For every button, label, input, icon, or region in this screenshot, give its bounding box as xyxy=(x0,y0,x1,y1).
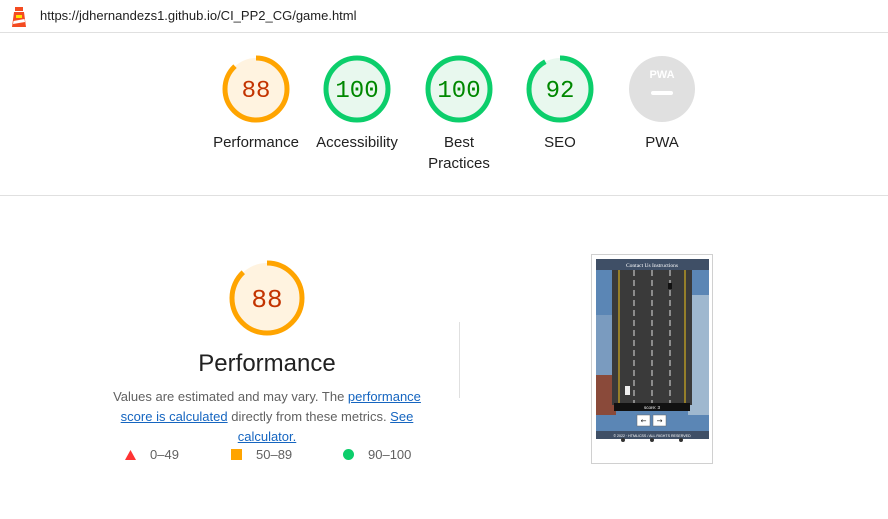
performance-description: Values are estimated and may vary. The p… xyxy=(96,387,438,447)
gauge-accessibility[interactable]: 100 Accessibility xyxy=(302,54,412,153)
accessibility-score-gauge: 100 xyxy=(323,55,391,123)
gauge-pwa[interactable]: PWA PWA xyxy=(607,54,717,153)
pwa-badge-gauge: PWA xyxy=(629,56,695,122)
performance-title: Performance xyxy=(198,350,336,377)
legend-average: 50–89 xyxy=(231,447,292,463)
section-divider xyxy=(0,195,888,196)
thumb-nav-text: Contact Us Instructions xyxy=(626,263,678,269)
performance-detail-gauge: 88 xyxy=(229,260,305,336)
circle-icon xyxy=(343,448,354,463)
url-bar: https://jdhernandezs1.github.io/CI_PP2_C… xyxy=(0,0,888,33)
vertical-divider xyxy=(459,322,460,398)
accessibility-score: 100 xyxy=(335,78,378,105)
thumb-footer-text: © 2022 · HTML/CSS / ALL RIGHTS RESERVED xyxy=(613,434,691,438)
game-screenshot: Contact Us Instructions score: 3 ← → © 2… xyxy=(596,259,709,442)
square-icon xyxy=(231,448,242,463)
desc-prefix: Values are estimated and may vary. The xyxy=(113,389,348,404)
page-url[interactable]: https://jdhernandezs1.github.io/CI_PP2_C… xyxy=(40,8,357,23)
performance-label: Performance xyxy=(213,134,299,151)
lighthouse-icon xyxy=(12,7,26,27)
legend-fail-range: 0–49 xyxy=(150,447,179,462)
thumb-score-text: score: 3 xyxy=(644,405,661,410)
page-screenshot-thumbnail[interactable]: Contact Us Instructions score: 3 ← → © 2… xyxy=(591,254,713,464)
performance-detail-score: 88 xyxy=(251,285,282,315)
dash-icon xyxy=(651,91,673,95)
svg-text:←: ← xyxy=(641,417,647,425)
performance-score: 88 xyxy=(242,78,271,105)
seo-score-gauge: 92 xyxy=(526,55,594,123)
gauge-performance[interactable]: 88 Performance xyxy=(201,54,311,153)
seo-score: 92 xyxy=(546,78,575,105)
legend-pass: 90–100 xyxy=(343,447,411,463)
accessibility-label: Accessibility xyxy=(316,134,398,151)
best-practices-score-gauge: 100 xyxy=(425,55,493,123)
pwa-label: PWA xyxy=(645,134,679,151)
pwa-badge-text: PWA xyxy=(649,69,674,81)
gauge-best-practices[interactable]: 100 Best Practices xyxy=(404,54,514,174)
performance-score-gauge: 88 xyxy=(222,55,290,123)
gauge-seo[interactable]: 92 SEO xyxy=(505,54,615,153)
best-practices-score: 100 xyxy=(437,78,480,105)
legend-average-range: 50–89 xyxy=(256,447,293,462)
legend-pass-range: 90–100 xyxy=(368,447,412,462)
triangle-icon xyxy=(125,448,136,463)
seo-label: SEO xyxy=(544,134,576,151)
desc-middle: directly from these metrics. xyxy=(227,409,391,424)
legend-fail: 0–49 xyxy=(125,447,179,463)
svg-text:→: → xyxy=(657,417,663,425)
best-practices-label: Best Practices xyxy=(428,134,490,172)
